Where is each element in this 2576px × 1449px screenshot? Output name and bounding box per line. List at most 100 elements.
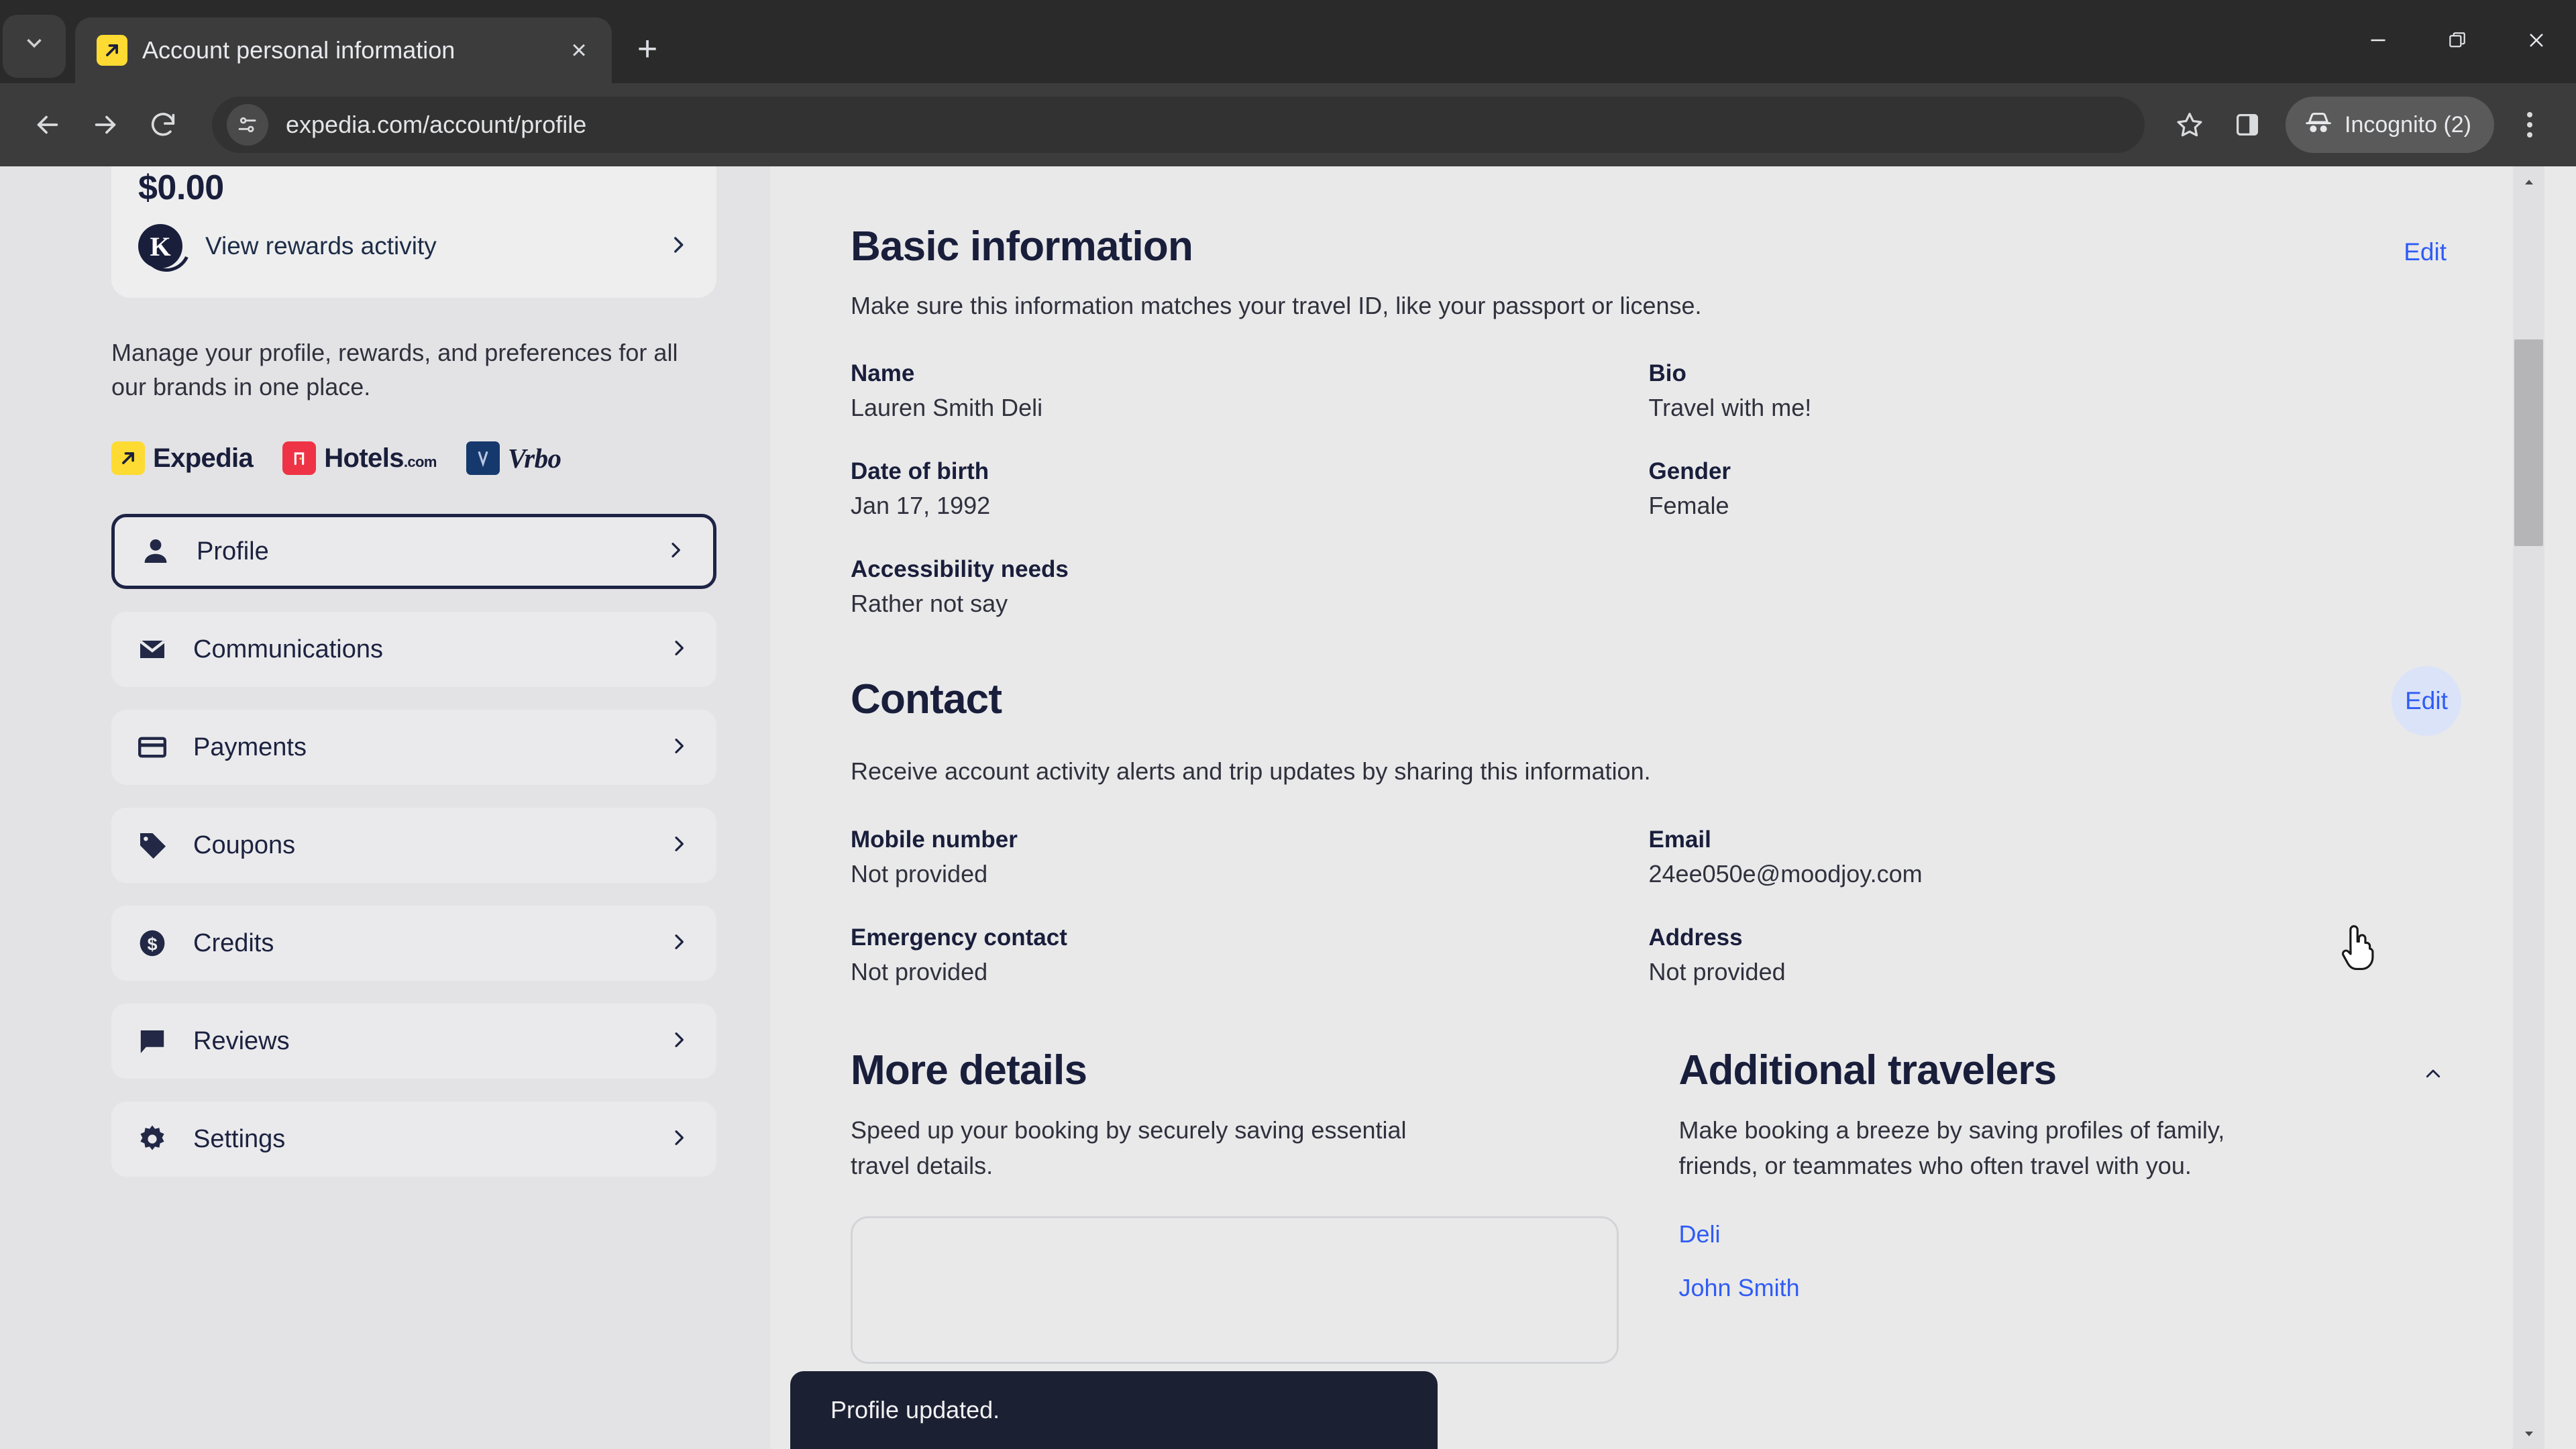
contact-section: Contact Edit Receive account activity al… xyxy=(851,666,2461,1022)
reload-button[interactable] xyxy=(136,97,191,152)
basic-information-fields: Name Lauren Smith Deli Bio Travel with m… xyxy=(851,360,2447,654)
tab-search-button[interactable] xyxy=(3,15,66,78)
additional-travelers-subtitle: Make booking a breeze by saving profiles… xyxy=(1678,1116,2225,1179)
close-icon[interactable] xyxy=(2497,0,2576,80)
field-label: Mobile number xyxy=(851,826,1018,853)
hotels-logo-icon xyxy=(282,441,317,476)
svg-text:$: $ xyxy=(147,934,157,955)
page-title: Basic information xyxy=(851,223,1193,270)
sidebar-item-label: Settings xyxy=(193,1124,286,1153)
dollar-coin-icon: $ xyxy=(136,926,169,960)
field-email: Email 24ee050e@moodjoy.com xyxy=(1649,826,2447,888)
sidebar-item-reviews[interactable]: Reviews xyxy=(111,1004,716,1079)
rewards-amount: $0.00 xyxy=(138,168,224,207)
brand-vrbo: Vrbo xyxy=(466,441,561,476)
chevron-right-icon xyxy=(668,831,690,860)
sidebar-item-communications[interactable]: Communications xyxy=(111,612,716,688)
bookmark-star-icon[interactable] xyxy=(2162,97,2217,152)
restore-icon[interactable] xyxy=(2418,0,2497,80)
window-controls xyxy=(2339,0,2576,80)
sidebar-item-coupons[interactable]: Coupons xyxy=(111,808,716,883)
chevron-right-icon xyxy=(668,929,690,958)
brand-expedia: Expedia xyxy=(111,441,254,476)
field-label: Name xyxy=(851,360,915,387)
field-accessibility-needs: Accessibility needs Rather not say xyxy=(851,556,1649,618)
contact-title: Contact xyxy=(851,676,1002,723)
scroll-up-arrow-icon[interactable] xyxy=(2513,166,2544,198)
field-value: Travel with me! xyxy=(1648,394,1812,422)
url-text: expedia.com/account/profile xyxy=(286,111,587,138)
sidebar-item-label: Coupons xyxy=(193,830,296,859)
profile-content: Basic information Edit Make sure this in… xyxy=(770,166,2544,1449)
browser-window: Account personal information × + expedia… xyxy=(0,0,2576,1449)
close-tab-icon[interactable]: × xyxy=(561,32,597,68)
gear-icon xyxy=(136,1122,169,1156)
sidebar-item-payments[interactable]: Payments xyxy=(111,710,716,786)
traveler-list: Deli John Smith xyxy=(1679,1220,2447,1302)
scroll-down-arrow-icon[interactable] xyxy=(2513,1417,2544,1449)
sidebar-item-credits[interactable]: $ Credits xyxy=(111,906,716,981)
person-icon xyxy=(139,535,172,568)
vrbo-logo-icon xyxy=(466,441,500,476)
tab-title: Account personal information xyxy=(142,36,455,64)
brand-logos: Expedia Hotels.com Vrbo xyxy=(111,441,716,476)
chevron-right-icon xyxy=(668,1027,690,1056)
field-emergency-contact: Emergency contact Not provided xyxy=(851,924,1649,986)
one-key-logo-icon: K xyxy=(138,224,182,268)
field-value: Jan 17, 1992 xyxy=(851,492,991,520)
basic-information-subtitle: Make sure this information matches your … xyxy=(851,292,1702,319)
field-value: Lauren Smith Deli xyxy=(851,394,1043,422)
field-label: Date of birth xyxy=(851,458,989,485)
field-name: Name Lauren Smith Deli xyxy=(851,360,1649,422)
three-dots-menu-icon[interactable] xyxy=(2504,97,2556,152)
sidebar-item-settings[interactable]: Settings xyxy=(111,1102,716,1177)
edit-basic-information-button[interactable]: Edit xyxy=(2404,223,2447,267)
envelope-icon xyxy=(136,633,169,666)
field-bio: Bio Travel with me! xyxy=(1649,360,2447,422)
new-tab-button[interactable]: + xyxy=(624,25,671,72)
browser-toolbar: expedia.com/account/profile Incognito (2… xyxy=(0,83,2576,166)
brand-expedia-label: Expedia xyxy=(153,443,254,473)
address-bar[interactable]: expedia.com/account/profile xyxy=(212,97,2145,153)
field-value: Not provided xyxy=(1648,957,1786,985)
field-value: 24ee050e@moodjoy.com xyxy=(1648,859,1923,888)
list-item[interactable]: John Smith xyxy=(1679,1274,2447,1302)
field-label: Email xyxy=(1648,826,1711,853)
chevron-up-icon[interactable] xyxy=(2420,1046,2447,1087)
browser-tab[interactable]: Account personal information × xyxy=(75,17,612,83)
chevron-right-icon xyxy=(667,231,690,262)
contact-subtitle: Receive account activity alerts and trip… xyxy=(851,757,1651,786)
chevron-right-icon xyxy=(668,733,690,762)
side-panel-icon[interactable] xyxy=(2220,97,2275,152)
chevron-down-icon xyxy=(21,30,47,62)
toast-message: Profile updated. xyxy=(830,1396,1000,1424)
bottom-columns: More details Speed up your booking by se… xyxy=(851,1046,2447,1364)
page-viewport: $0.00 K View rewards activity Manage you… xyxy=(0,166,2576,1449)
field-gender: Gender Female xyxy=(1649,458,2447,520)
field-label: Emergency contact xyxy=(851,924,1067,951)
incognito-profile-button[interactable]: Incognito (2) xyxy=(2286,97,2494,153)
field-value: Not provided xyxy=(851,859,988,888)
forward-button[interactable] xyxy=(78,97,133,152)
field-label: Gender xyxy=(1648,458,1731,485)
field-label: Address xyxy=(1648,924,1743,951)
back-button[interactable] xyxy=(20,97,75,152)
edit-contact-button[interactable]: Edit xyxy=(2392,666,2461,737)
page-scrollbar[interactable] xyxy=(2513,166,2544,1449)
list-item[interactable]: Deli xyxy=(1679,1220,2447,1248)
sidebar-item-label: Payments xyxy=(193,733,307,761)
scrollbar-thumb[interactable] xyxy=(2514,339,2543,546)
site-settings-icon[interactable] xyxy=(227,104,268,146)
sidebar-item-profile[interactable]: Profile xyxy=(111,514,716,590)
basic-information-section: Basic information Edit Make sure this in… xyxy=(851,166,2447,654)
toast-notification: Profile updated. xyxy=(790,1371,1438,1449)
field-date-of-birth: Date of birth Jan 17, 1992 xyxy=(851,458,1649,520)
more-details-card[interactable] xyxy=(851,1216,1619,1364)
view-rewards-activity-row[interactable]: K View rewards activity xyxy=(138,224,690,268)
tag-icon xyxy=(136,828,169,862)
field-label: Bio xyxy=(1648,360,1686,387)
credit-card-icon xyxy=(136,731,169,764)
account-sidebar: $0.00 K View rewards activity Manage you… xyxy=(0,166,770,1449)
minimize-icon[interactable] xyxy=(2339,0,2418,80)
field-value: Not provided xyxy=(851,957,988,985)
